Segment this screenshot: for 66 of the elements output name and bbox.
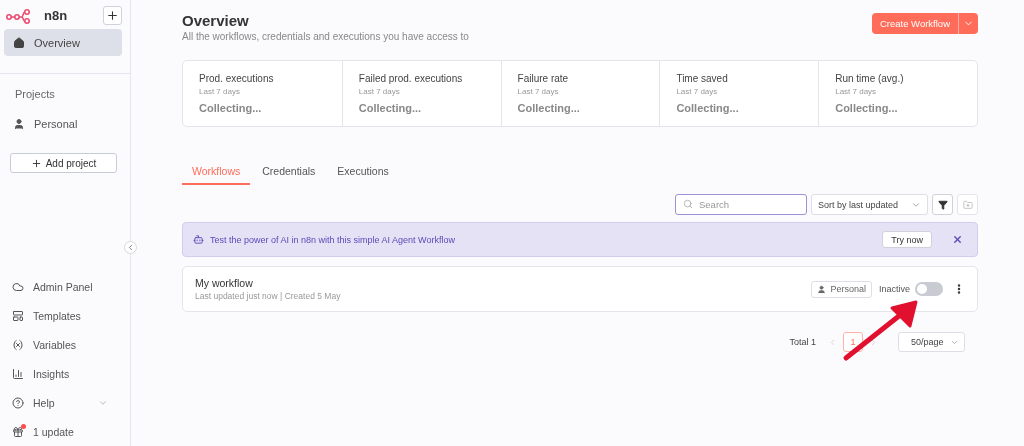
- stat-period: Last 7 days: [676, 87, 719, 96]
- workflow-card[interactable]: My workflow Last updated just now | Created 5 May Personal Inactive: [182, 266, 978, 312]
- stat-title: Time saved: [676, 73, 729, 84]
- add-project-button[interactable]: Add project: [10, 153, 117, 173]
- page-subtitle: All the workflows, credentials and executions you have access to: [182, 31, 469, 42]
- nav-item[interactable]: Overview: [4, 29, 122, 56]
- collapse-button[interactable]: [124, 241, 137, 254]
- try-now-button[interactable]: Try now: [882, 231, 932, 248]
- banner-text: Test the power of AI in n8n with this simple AI Agent Workflow: [210, 234, 456, 245]
- sort-select[interactable]: Sort by last updated: [811, 194, 928, 215]
- stat-period: Last 7 days: [358, 87, 401, 96]
- variable-icon: [12, 338, 24, 351]
- stat-value: Collecting...: [835, 102, 899, 114]
- status-label: Inactive: [878, 284, 910, 294]
- nav-item[interactable]: 1 update: [0, 417, 130, 446]
- plus-icon: [30, 157, 42, 169]
- tab[interactable]: Executions: [327, 163, 399, 185]
- search-icon: [683, 199, 693, 209]
- stat-value: Collecting...: [199, 102, 263, 114]
- filter-icon: [937, 199, 948, 210]
- help-icon: [12, 396, 24, 409]
- next-page-button[interactable]: [869, 337, 878, 347]
- close-icon: [952, 234, 963, 245]
- workflow-meta: Last updated just now | Created 5 May: [195, 291, 342, 301]
- stat-title: Failure rate: [517, 73, 570, 84]
- stat-period: Last 7 days: [199, 87, 241, 96]
- total-count: Total 1: [789, 337, 816, 347]
- nav-item[interactable]: Insights: [0, 359, 130, 388]
- project-tag: Personal: [811, 280, 872, 298]
- stat-value: Collecting...: [676, 102, 740, 114]
- plus-icon: [106, 9, 119, 22]
- workflow-name: My workflow: [195, 277, 254, 289]
- section-heading: Projects: [14, 88, 56, 100]
- stat-period: Last 7 days: [835, 87, 878, 96]
- active-toggle[interactable]: [915, 282, 943, 296]
- tab[interactable]: Credentials: [252, 163, 326, 185]
- page-title: Overview: [182, 12, 250, 29]
- filter-button[interactable]: [932, 194, 953, 215]
- stat-period: Last 7 days: [517, 87, 560, 96]
- nav-item[interactable]: Templates: [0, 301, 130, 330]
- nav-item[interactable]: Admin Panel: [0, 272, 130, 301]
- nav-item[interactable]: Variables: [0, 330, 130, 359]
- chevron-icon: [869, 337, 878, 347]
- search-field[interactable]: Search: [675, 194, 807, 215]
- chevron-icon: [828, 337, 837, 347]
- stat-title: Prod. executions: [199, 73, 275, 84]
- page-size-select[interactable]: 50/page: [898, 332, 965, 352]
- gift-icon: [12, 425, 24, 438]
- chart-icon: [12, 367, 24, 380]
- user-icon: [13, 117, 25, 130]
- templates-icon: [12, 309, 24, 322]
- folder-icon: [962, 199, 973, 210]
- home-icon: [13, 36, 25, 49]
- user-icon: [817, 284, 827, 294]
- robot-icon: [193, 234, 204, 245]
- project-item[interactable]: Personal: [4, 110, 122, 137]
- stat-value: Collecting...: [358, 102, 423, 114]
- logo-text: n8n: [44, 8, 68, 23]
- stat-title: Failed prod. executions: [358, 73, 464, 84]
- stat-value: Collecting...: [517, 102, 581, 114]
- chevron-icon: [126, 243, 135, 252]
- cloud-icon: [12, 280, 24, 293]
- stat-title: Run time (avg.): [835, 73, 905, 84]
- add-button[interactable]: [103, 6, 122, 25]
- close-button[interactable]: [952, 234, 963, 245]
- nav-item[interactable]: Help: [0, 388, 130, 417]
